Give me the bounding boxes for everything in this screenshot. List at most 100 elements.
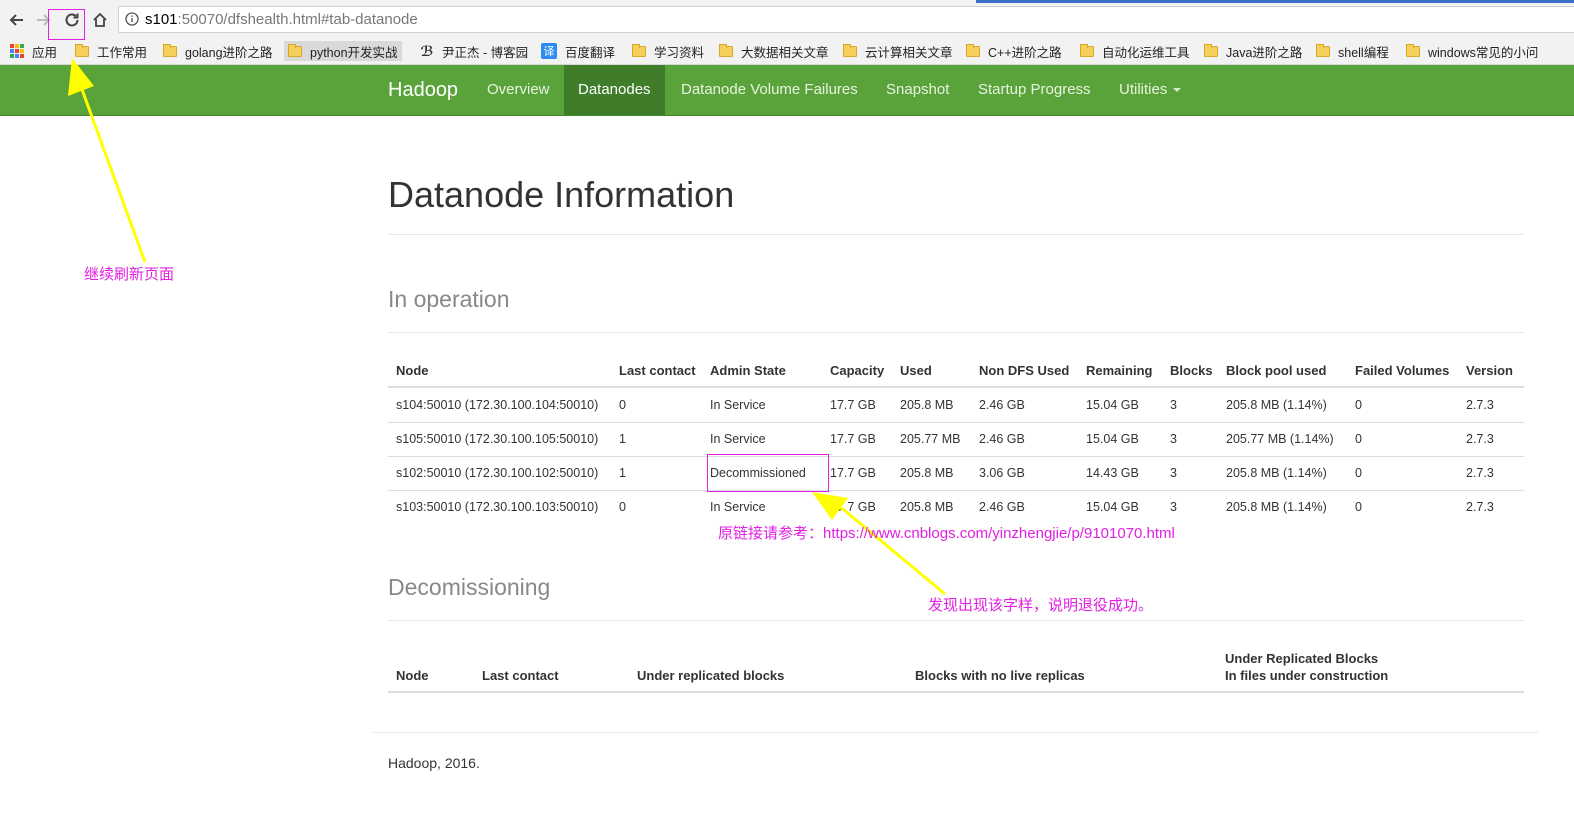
cell-block-pool-used: 205.77 MB (1.14%) <box>1226 432 1334 446</box>
cell-remaining: 15.04 GB <box>1086 500 1139 514</box>
bookmark-folder[interactable]: 云计算相关文章 <box>843 41 953 61</box>
bookmark-label: 尹正杰 - 博客园 <box>442 45 529 60</box>
nav-utilities-label: Utilities <box>1119 81 1168 98</box>
bookmark-label: 应用 <box>32 45 58 60</box>
nav-startup-progress[interactable]: Startup Progress <box>964 65 1105 115</box>
cell-version: 2.7.3 <box>1466 500 1494 514</box>
column-header[interactable]: Version <box>1466 363 1513 378</box>
cell-version: 2.7.3 <box>1466 398 1494 412</box>
column-header[interactable]: Node <box>396 363 429 378</box>
annotation-source-link: 原链接请参考：https://www.cnblogs.com/yinzhengj… <box>718 522 1175 543</box>
nav-datanode-volume-failures[interactable]: Datanode Volume Failures <box>667 65 872 115</box>
column-header[interactable]: Under replicated blocks <box>637 668 784 683</box>
bookmark-folder[interactable]: windows常见的小问 <box>1406 41 1554 61</box>
annotation-link-url[interactable]: https://www.cnblogs.com/yinzhengjie/p/91… <box>823 525 1175 542</box>
page-title: Datanode Information <box>388 174 735 215</box>
column-header[interactable]: Blocks with no live replicas <box>915 668 1085 683</box>
bookmark-folder[interactable]: golang进阶之路 <box>163 41 273 61</box>
section-in-operation: In operation <box>388 286 510 312</box>
cell-version: 2.7.3 <box>1466 432 1494 446</box>
url-text: s101:50070/dfshealth.html#tab-datanode <box>145 11 418 28</box>
bookmark-label: 大数据相关文章 <box>741 45 829 60</box>
cell-node: s104:50010 (172.30.100.104:50010) <box>396 398 599 412</box>
cell-failed-volumes: 0 <box>1355 398 1362 412</box>
bookmark-folder[interactable]: python开发实战 <box>284 41 402 61</box>
column-header[interactable]: Non DFS Used <box>979 363 1069 378</box>
bookmark-folder[interactable]: 自动化运维工具 <box>1080 41 1190 61</box>
brand-hadoop[interactable]: Hadoop <box>388 65 458 115</box>
cell-admin-state: In Service <box>710 398 766 412</box>
column-header[interactable]: Remaining <box>1086 363 1152 378</box>
bookmark-folder[interactable]: shell编程 <box>1316 41 1389 61</box>
bookmark-folder[interactable]: 学习资料 <box>632 41 704 61</box>
bookmark-label: C++进阶之路 <box>988 45 1062 60</box>
url-path: :50070/dfshealth.html#tab-datanode <box>177 11 418 28</box>
cell-version: 2.7.3 <box>1466 466 1494 480</box>
cell-capacity: 17.7 GB <box>830 398 876 412</box>
back-button[interactable] <box>5 8 29 32</box>
bookmark-label: 自动化运维工具 <box>1102 45 1190 60</box>
cell-non-dfs-used: 2.46 GB <box>979 398 1025 412</box>
bookmarks-bar: 应用 工作常用 golang进阶之路 python开发实战 ℬ 尹正杰 - 博客园… <box>0 38 1574 65</box>
refresh-highlight-box <box>48 9 85 40</box>
row-divider <box>388 456 1524 457</box>
column-header[interactable]: Last contact <box>482 668 559 683</box>
bookmark-label: 工作常用 <box>97 45 148 60</box>
cell-blocks: 3 <box>1170 466 1177 480</box>
cell-used: 205.8 MB <box>900 466 954 480</box>
cell-failed-volumes: 0 <box>1355 500 1362 514</box>
cell-used: 205.8 MB <box>900 500 954 514</box>
folder-icon <box>288 43 302 57</box>
info-icon[interactable] <box>125 12 139 26</box>
divider <box>388 234 1524 235</box>
bookmark-apps[interactable]: 应用 <box>10 41 57 61</box>
column-header[interactable]: Blocks <box>1170 363 1213 378</box>
bookmark-label: python开发实战 <box>310 45 398 60</box>
cell-blocks: 3 <box>1170 500 1177 514</box>
nav-datanodes[interactable]: Datanodes <box>564 65 665 115</box>
column-header[interactable]: Admin State <box>710 363 786 378</box>
column-header[interactable]: Node <box>396 668 429 683</box>
cell-node: s103:50010 (172.30.100.103:50010) <box>396 500 599 514</box>
cell-admin-state: In Service <box>710 432 766 446</box>
cell-non-dfs-used: 2.46 GB <box>979 500 1025 514</box>
hadoop-navbar: Hadoop Overview Datanodes Datanode Volum… <box>0 65 1574 116</box>
bookmark-folder[interactable]: Java进阶之路 <box>1204 41 1302 61</box>
column-header[interactable]: In files under construction <box>1225 668 1388 683</box>
cell-capacity: 17.7 GB <box>830 500 876 514</box>
address-bar[interactable]: s101:50070/dfshealth.html#tab-datanode <box>118 6 1574 33</box>
decommissioned-highlight-box <box>707 454 829 492</box>
bookmark-folder[interactable]: 工作常用 <box>75 41 147 61</box>
annotation-success-note: 发现出现该字样，说明退役成功。 <box>928 597 1154 614</box>
column-header[interactable]: Capacity <box>830 363 884 378</box>
cell-last-contact: 0 <box>619 398 626 412</box>
bookmark-folder[interactable]: C++进阶之路 <box>966 41 1062 61</box>
bookmark-folder[interactable]: 大数据相关文章 <box>719 41 829 61</box>
column-header[interactable]: Block pool used <box>1226 363 1326 378</box>
column-header[interactable]: Last contact <box>619 363 696 378</box>
cell-non-dfs-used: 3.06 GB <box>979 466 1025 480</box>
cell-failed-volumes: 0 <box>1355 432 1362 446</box>
bookmark-baidu-translate[interactable]: 译百度翻译 <box>541 41 615 61</box>
column-header[interactable]: Used <box>900 363 932 378</box>
folder-icon <box>1406 43 1420 57</box>
bookmark-label: 学习资料 <box>654 45 705 60</box>
folder-icon <box>75 43 89 57</box>
cell-blocks: 3 <box>1170 398 1177 412</box>
folder-icon <box>966 43 980 57</box>
cell-block-pool-used: 205.8 MB (1.14%) <box>1226 398 1327 412</box>
nav-utilities[interactable]: Utilities <box>1105 65 1195 115</box>
back-arrow-icon <box>9 14 23 26</box>
tab-strip-accent <box>976 0 1574 3</box>
cell-failed-volumes: 0 <box>1355 466 1362 480</box>
cell-node: s105:50010 (172.30.100.105:50010) <box>396 432 599 446</box>
nav-overview[interactable]: Overview <box>473 65 564 115</box>
cell-last-contact: 1 <box>619 432 626 446</box>
footer-divider <box>373 732 1538 733</box>
bookmark-cnblogs[interactable]: ℬ 尹正杰 - 博客园 <box>420 41 529 61</box>
column-header[interactable]: Under Replicated Blocks <box>1225 651 1378 666</box>
nav-snapshot[interactable]: Snapshot <box>872 65 963 115</box>
home-icon <box>93 12 107 27</box>
column-header[interactable]: Failed Volumes <box>1355 363 1449 378</box>
home-button[interactable] <box>88 8 112 32</box>
